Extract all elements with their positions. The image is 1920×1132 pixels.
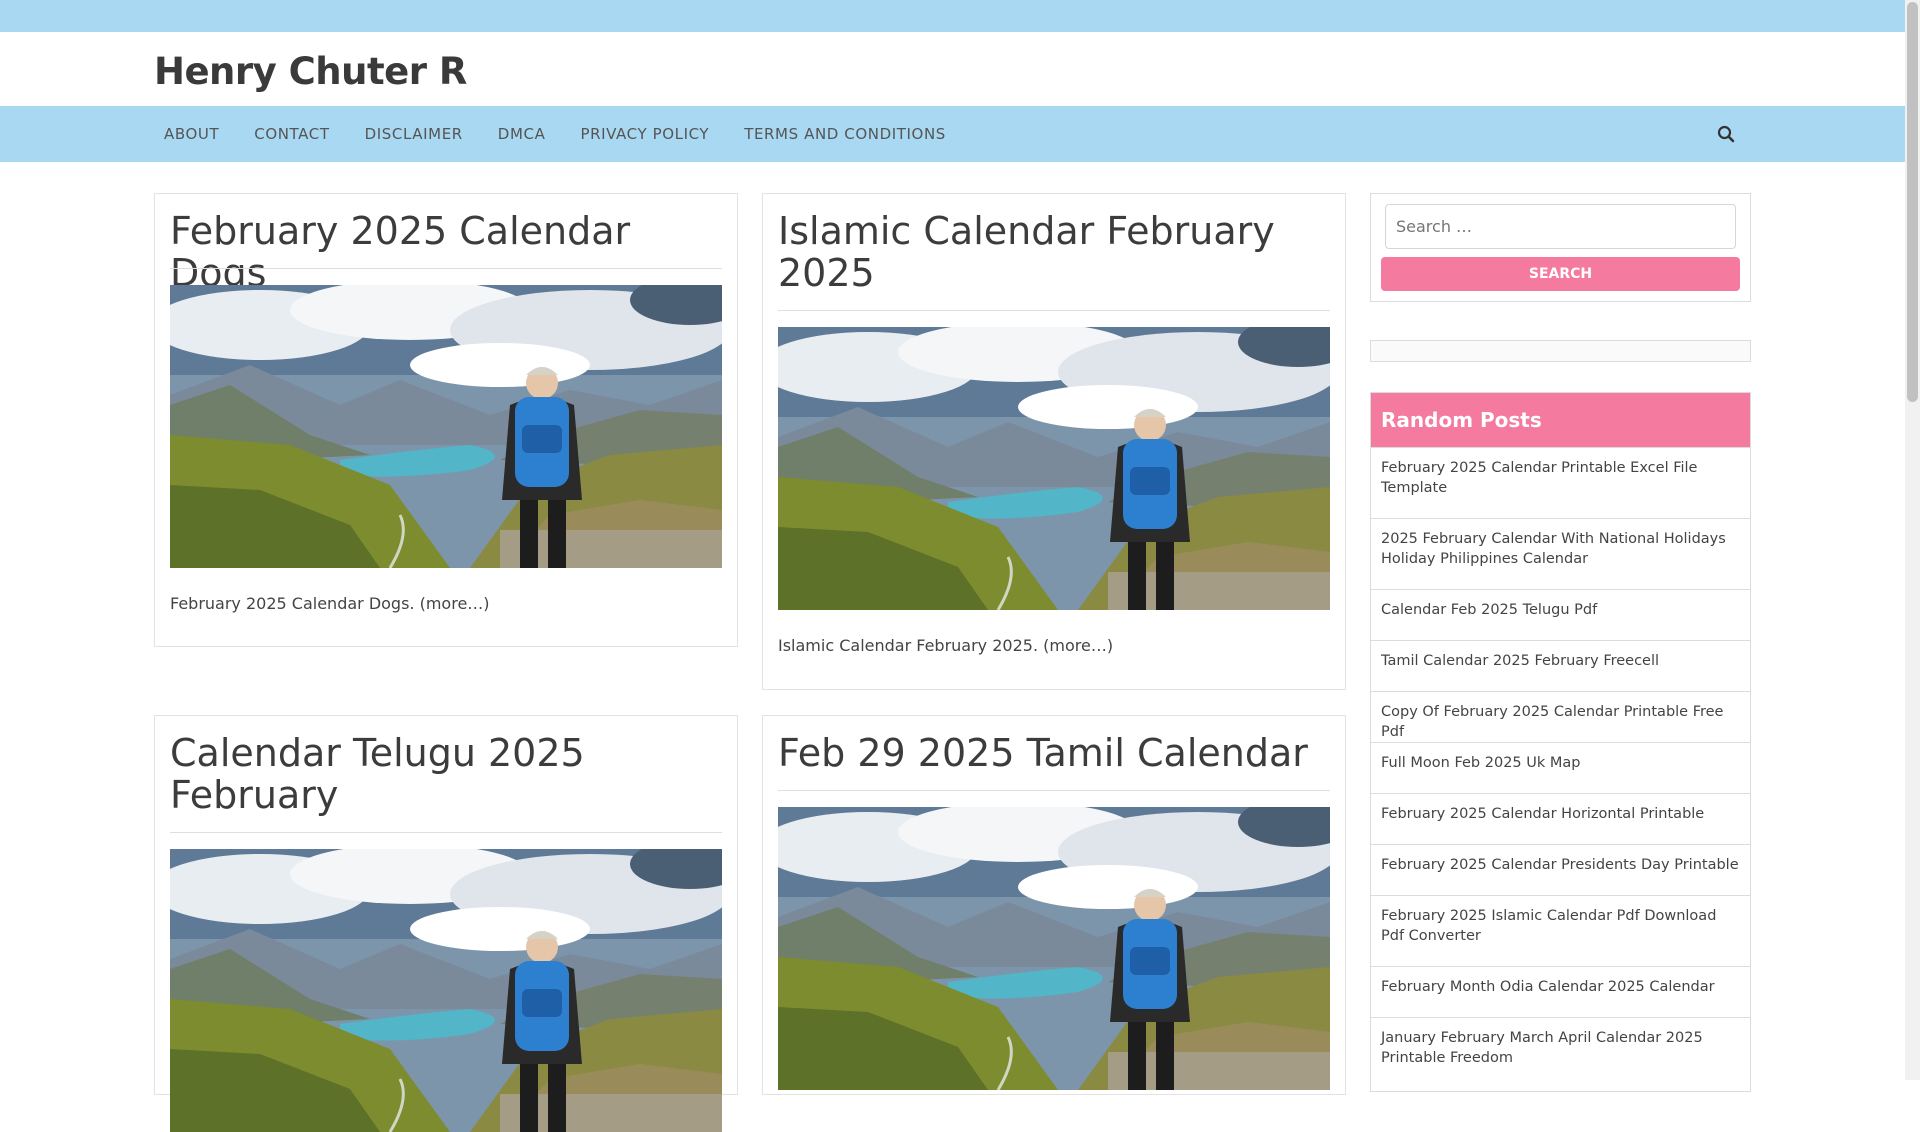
post-title[interactable]: Calendar Telugu 2025 February [170, 732, 690, 816]
post-thumbnail[interactable] [170, 285, 722, 568]
top-strip [0, 0, 1905, 32]
post-thumbnail[interactable] [170, 849, 722, 1132]
nav-disclaimer[interactable]: DISCLAIMER [365, 125, 463, 143]
divider [778, 310, 1330, 311]
random-post-link[interactable]: Calendar Feb 2025 Telugu Pdf [1371, 589, 1750, 640]
random-post-link[interactable]: Full Moon Feb 2025 Uk Map [1371, 742, 1750, 793]
nav-about[interactable]: ABOUT [164, 125, 219, 143]
search-input[interactable] [1385, 204, 1736, 249]
post-card: Calendar Telugu 2025 February [154, 715, 738, 1095]
divider [778, 790, 1330, 791]
random-post-link[interactable]: February Month Odia Calendar 2025 Calend… [1371, 966, 1750, 1017]
post-card: February 2025 Calendar Dogs February 202… [154, 193, 738, 647]
random-posts-heading: Random Posts [1371, 393, 1750, 447]
scrollbar-thumb[interactable] [1907, 2, 1918, 402]
post-thumbnail[interactable] [778, 807, 1330, 1090]
search-button[interactable]: SEARCH [1381, 257, 1740, 291]
search-icon[interactable] [1717, 125, 1735, 143]
divider [170, 268, 722, 269]
random-post-link[interactable]: February 2025 Islamic Calendar Pdf Downl… [1371, 895, 1750, 966]
post-excerpt: February 2025 Calendar Dogs. (more…) [170, 594, 490, 613]
main-navigation: ABOUT CONTACT DISCLAIMER DMCA PRIVACY PO… [0, 106, 1905, 162]
random-posts-widget: Random Posts February 2025 Calendar Prin… [1370, 392, 1751, 1092]
nav-contact[interactable]: CONTACT [254, 125, 329, 143]
search-widget: SEARCH [1370, 193, 1751, 302]
random-post-link[interactable]: February 2025 Calendar Horizontal Printa… [1371, 793, 1750, 844]
random-post-link[interactable]: Tamil Calendar 2025 February Freecell [1371, 640, 1750, 691]
post-title[interactable]: Islamic Calendar February 2025 [778, 210, 1298, 294]
page-scrollbar[interactable] [1905, 0, 1920, 1080]
nav-terms-and-conditions[interactable]: TERMS AND CONDITIONS [744, 125, 946, 143]
random-post-link[interactable]: January February March April Calendar 20… [1371, 1017, 1750, 1088]
post-excerpt: Islamic Calendar February 2025. (more…) [778, 636, 1114, 655]
nav-dmca[interactable]: DMCA [498, 125, 546, 143]
post-title[interactable]: Feb 29 2025 Tamil Calendar [778, 732, 1308, 774]
post-title[interactable]: February 2025 Calendar Dogs [170, 210, 737, 294]
post-card: Islamic Calendar February 2025 Islamic C… [762, 193, 1346, 690]
nav-privacy-policy[interactable]: PRIVACY POLICY [580, 125, 709, 143]
site-header: Henry Chuter R [0, 32, 1905, 106]
random-post-link[interactable]: February 2025 Calendar Presidents Day Pr… [1371, 844, 1750, 895]
site-title[interactable]: Henry Chuter R [154, 50, 467, 93]
post-card: Feb 29 2025 Tamil Calendar [762, 715, 1346, 1095]
random-post-link[interactable]: Copy Of February 2025 Calendar Printable… [1371, 691, 1750, 742]
random-post-link[interactable]: 2025 February Calendar With National Hol… [1371, 518, 1750, 589]
empty-widget [1370, 340, 1751, 362]
random-post-link[interactable]: February 2025 Calendar Printable Excel F… [1371, 447, 1750, 518]
divider [170, 832, 722, 833]
post-thumbnail[interactable] [778, 327, 1330, 610]
